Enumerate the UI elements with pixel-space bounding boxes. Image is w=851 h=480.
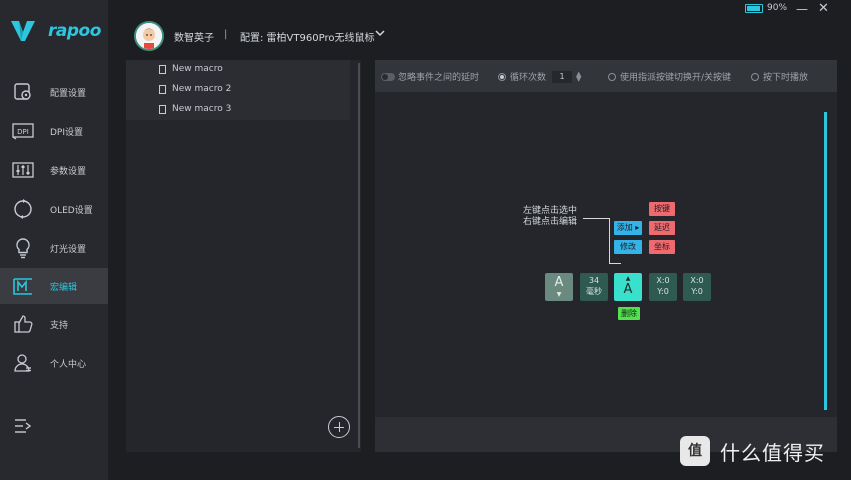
- sidebar-item-label: 宏编辑: [50, 282, 78, 293]
- watermark-logo: 值: [680, 436, 710, 466]
- rapoo-v-icon: [11, 21, 35, 41]
- list-scrollbar[interactable]: [358, 63, 360, 448]
- key-up-event[interactable]: ▲ A: [614, 273, 642, 301]
- hint-connector: [609, 263, 621, 264]
- coord-y: Y:0: [657, 287, 669, 296]
- config-selector[interactable]: 配置: 雷柏VT960Pro无线鼠标: [240, 29, 374, 44]
- while-pressed-option[interactable]: 按下时播放: [751, 70, 808, 83]
- config-icon: [12, 81, 34, 103]
- sidebar-item-config[interactable]: 配置设置: [0, 74, 108, 110]
- stepper-down-icon[interactable]: ▼: [576, 75, 581, 83]
- sidebar-item-label: DPI设置: [50, 127, 84, 138]
- minimize-button[interactable]: —: [796, 2, 808, 16]
- toggle-by-key-option[interactable]: 使用指派按键切换开/关按键: [608, 70, 731, 83]
- macro-icon: [12, 275, 34, 297]
- battery-percent: 90%: [767, 3, 788, 13]
- watermark: 值 什么值得买: [680, 436, 825, 466]
- macro-editor: 忽略事件之间的延时 循环次数 1 ▲ ▼ 使用指派按键切换开/关按键 按下时播放 …: [375, 60, 837, 452]
- watermark-text: 什么值得买: [720, 440, 825, 465]
- sidebar-item-dpi[interactable]: DPI DPI设置: [0, 113, 108, 149]
- sidebar-item-light[interactable]: 灯光设置: [0, 230, 108, 266]
- document-icon: [159, 105, 166, 114]
- avatar[interactable]: [134, 21, 164, 51]
- toggle-by-key-label: 使用指派按键切换开/关按键: [620, 73, 732, 83]
- loop-count-stepper[interactable]: ▲ ▼: [576, 70, 581, 83]
- loop-count-radio[interactable]: [498, 72, 506, 81]
- close-button[interactable]: ✕: [818, 1, 829, 16]
- key-down-label: A: [554, 275, 564, 290]
- header-separator: |: [224, 29, 228, 40]
- coord-event[interactable]: X:0 Y:0: [649, 273, 677, 301]
- sidebar-item-support[interactable]: 支持: [0, 306, 108, 342]
- hint-connector: [583, 218, 610, 219]
- battery-icon: [745, 4, 763, 13]
- oled-icon: [12, 198, 34, 220]
- loop-count-option[interactable]: 循环次数 1 ▲ ▼: [498, 70, 581, 83]
- document-icon: [159, 65, 166, 74]
- delay-unit: 毫秒: [586, 287, 602, 296]
- rapoo-logo: rapoo: [10, 18, 101, 44]
- hint-right-click: 右键点击编辑: [523, 217, 578, 227]
- insert-key-button[interactable]: 按键: [649, 202, 675, 216]
- sidebar-item-label: 配置设置: [50, 88, 87, 99]
- macro-list-panel: New macro New macro 2 New macro 3: [126, 60, 361, 452]
- chevron-down-icon[interactable]: [375, 28, 385, 41]
- key-up-label: A: [623, 282, 633, 297]
- list-item[interactable]: New macro: [126, 60, 350, 80]
- sidebar-item-params[interactable]: 参数设置: [0, 152, 108, 188]
- ignore-delay-toggle[interactable]: [381, 72, 395, 81]
- sidebar-item-label: 参数设置: [50, 166, 87, 177]
- coord-event[interactable]: X:0 Y:0: [683, 273, 711, 301]
- header: 数智英子 | 配置: 雷柏VT960Pro无线鼠标 90% — ✕: [108, 0, 851, 58]
- add-macro-button[interactable]: [328, 416, 350, 438]
- sidebar-item-label: 支持: [50, 320, 69, 331]
- hint-connector: [609, 218, 610, 264]
- list-item[interactable]: New macro 3: [126, 100, 350, 120]
- macro-name: New macro 3: [172, 104, 232, 114]
- while-pressed-label: 按下时播放: [763, 73, 809, 83]
- dpi-icon: DPI: [12, 120, 34, 142]
- list-item[interactable]: New macro 2: [126, 80, 350, 100]
- modify-button[interactable]: 修改: [614, 240, 642, 254]
- ignore-delay-label: 忽略事件之间的延时: [398, 73, 480, 83]
- while-pressed-radio[interactable]: [751, 72, 759, 81]
- document-icon: [159, 85, 166, 94]
- arrow-up-icon: ▲: [625, 275, 631, 282]
- coord-x: X:0: [690, 276, 704, 285]
- sidebar-item-label: 个人中心: [50, 359, 87, 370]
- insert-coord-button[interactable]: 坐标: [649, 240, 675, 254]
- light-icon: [12, 237, 34, 259]
- key-down-event[interactable]: A ▼: [545, 273, 573, 301]
- sidebar-item-oled[interactable]: OLED设置: [0, 191, 108, 227]
- sidebar: rapoo 配置设置 DPI DPI设置 参数设置 OLED设置 灯光设置 宏编…: [0, 0, 108, 480]
- sidebar-item-label: OLED设置: [50, 205, 93, 216]
- delete-button[interactable]: 删除: [618, 307, 640, 320]
- user-name: 数智英子: [174, 33, 214, 44]
- macro-options-bar: 忽略事件之间的延时 循环次数 1 ▲ ▼ 使用指派按键切换开/关按键 按下时播放: [375, 60, 837, 92]
- macro-name: New macro: [172, 64, 223, 74]
- sidebar-item-profile[interactable]: 个人中心: [0, 345, 108, 381]
- editor-scrollbar[interactable]: [824, 112, 827, 410]
- sidebar-item-macro[interactable]: 宏编辑: [0, 268, 108, 304]
- sidebar-item-label: 灯光设置: [50, 244, 87, 255]
- add-button[interactable]: 添加 ▸: [614, 221, 642, 235]
- logo-text: rapoo: [48, 21, 101, 41]
- battery-level: [747, 6, 760, 11]
- macro-name: New macro 2: [172, 84, 232, 94]
- user-icon: [12, 352, 34, 374]
- ignore-delay-option[interactable]: 忽略事件之间的延时: [381, 70, 479, 83]
- arrow-down-icon: ▼: [556, 291, 562, 298]
- thumbs-up-icon: [12, 313, 34, 335]
- params-icon: [12, 159, 34, 181]
- loop-count-label: 循环次数: [510, 73, 547, 83]
- toggle-by-key-radio[interactable]: [608, 72, 616, 81]
- coord-y: Y:0: [691, 287, 703, 296]
- loop-count-input[interactable]: 1: [552, 70, 573, 83]
- dpi-icon-text: DPI: [17, 128, 29, 136]
- delay-value: 34: [588, 276, 600, 285]
- coord-x: X:0: [656, 276, 670, 285]
- delay-event[interactable]: 34 毫秒: [580, 273, 608, 301]
- insert-delay-button[interactable]: 延迟: [649, 221, 675, 235]
- collapse-menu-icon[interactable]: [14, 418, 32, 437]
